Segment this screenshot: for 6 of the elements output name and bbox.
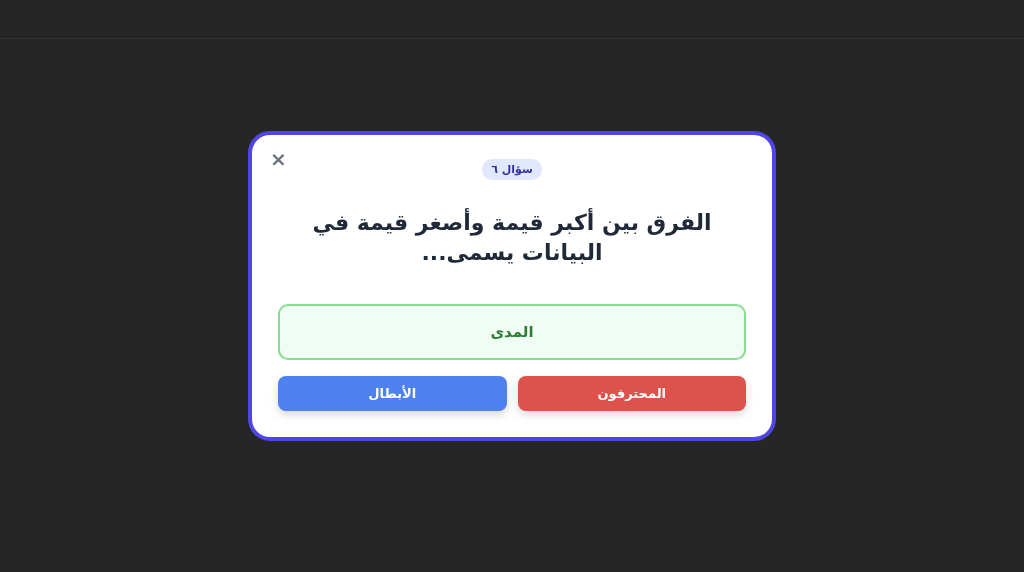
team-button[interactable]: المحترفون <box>517 376 746 411</box>
question-badge: سؤال ٦ <box>482 159 542 180</box>
close-button[interactable]: × <box>266 149 291 169</box>
team-button[interactable]: الأبطال <box>278 376 507 411</box>
answer-box: المدى <box>278 304 746 360</box>
question-text: الفرق بين أكبر قيمة وأصغر قيمة في البيانات يسمى... <box>311 208 713 267</box>
